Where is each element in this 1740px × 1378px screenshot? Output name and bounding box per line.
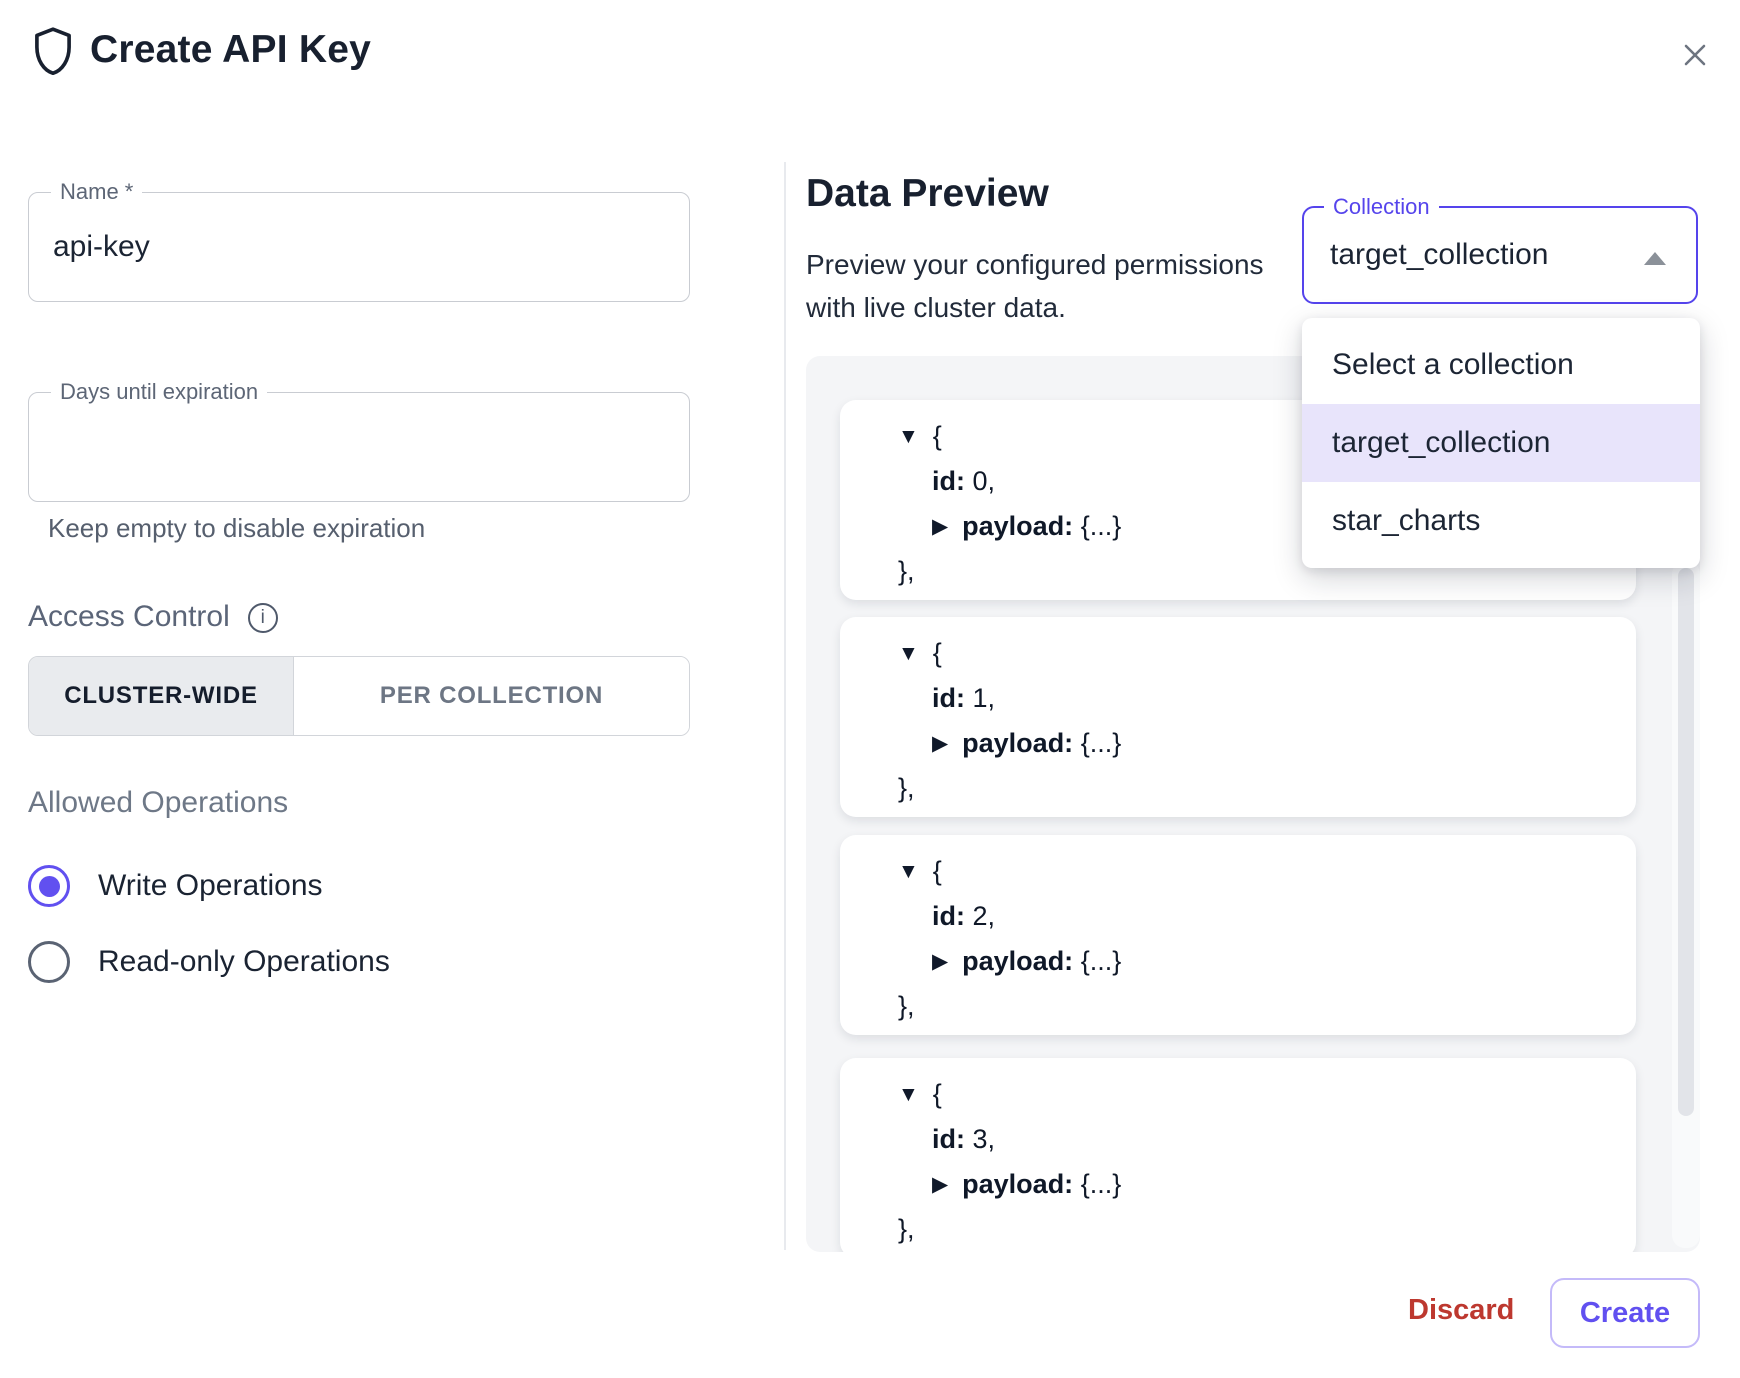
record-open-row: ▼{ (898, 1072, 1636, 1117)
record-payload-row: ▶ payload: {...} (898, 939, 1636, 984)
close-icon[interactable] (1672, 32, 1718, 78)
record-open-row: ▼{ (898, 631, 1636, 676)
preview-record-card: ▼{id: 1,▶payload: {...}}, (840, 617, 1636, 817)
id-key: id: (932, 1124, 965, 1155)
expiration-field: Days until expiration (28, 392, 690, 502)
create-button[interactable]: Create (1550, 1278, 1700, 1348)
data-preview-description: Preview your configured permissions with… (806, 243, 1296, 329)
menu-item-select-a-collection[interactable]: Select a collection (1302, 326, 1700, 404)
triangle-down-icon[interactable]: ▼ (898, 642, 919, 666)
payload-key: payload: (962, 728, 1073, 759)
open-brace: { (933, 1079, 942, 1110)
id-key: id: (932, 901, 965, 932)
payload-value: {...} (1073, 728, 1121, 759)
record-open-row: ▼{ (898, 849, 1636, 894)
access-control-toggle-group: CLUSTER-WIDEPER COLLECTION (28, 656, 690, 736)
payload-value: {...} (1073, 1169, 1121, 1200)
payload-value: {...} (1073, 511, 1121, 542)
payload-value: {...} (1073, 946, 1121, 977)
payload-key: payload: (962, 946, 1073, 977)
menu-item-star-charts[interactable]: star_charts (1302, 482, 1700, 560)
record-id-row: id: 2, (898, 894, 1636, 939)
record-id-row: id: 1, (898, 676, 1636, 721)
discard-button[interactable]: Discard (1408, 1294, 1514, 1327)
radio-write-operations[interactable]: Write Operations (28, 863, 323, 909)
id-key: id: (932, 683, 965, 714)
expiration-input[interactable] (29, 393, 689, 501)
data-preview-heading: Data Preview (806, 172, 1049, 216)
access-control-heading: Access Control i (28, 600, 278, 634)
preview-record-card: ▼{id: 3,▶payload: {...}}, (840, 1058, 1636, 1252)
name-input[interactable] (29, 193, 689, 301)
record-payload-row: ▶ payload: {...} (898, 1162, 1636, 1207)
triangle-down-icon[interactable]: ▼ (898, 860, 919, 884)
open-brace: { (933, 421, 942, 452)
triangle-down-icon[interactable]: ▼ (898, 425, 919, 449)
collection-select[interactable]: Collection target_collection (1302, 206, 1698, 304)
record-id-row: id: 3, (898, 1117, 1636, 1162)
collection-dropdown-menu: Select a collectiontarget_collectionstar… (1302, 318, 1700, 568)
info-icon[interactable]: i (248, 603, 278, 633)
id-value: 1, (965, 683, 995, 714)
access-toggle-per-collection[interactable]: PER COLLECTION (293, 657, 689, 735)
radio-label: Read-only Operations (98, 945, 390, 979)
id-value: 0, (965, 466, 995, 497)
triangle-right-icon[interactable]: ▶ (932, 949, 948, 974)
collection-select-value: target_collection (1330, 208, 1548, 302)
triangle-down-icon[interactable]: ▼ (898, 1083, 919, 1107)
payload-key: payload: (962, 511, 1073, 542)
preview-record-card: ▼{id: 2,▶payload: {...}}, (840, 835, 1636, 1035)
create-api-key-dialog: Create API Key Name * Days until expirat… (0, 0, 1740, 1378)
record-close-row: }, (898, 984, 1636, 1029)
payload-key: payload: (962, 1169, 1073, 1200)
shield-icon (30, 26, 76, 81)
radio-label: Write Operations (98, 869, 323, 903)
radio-selected-icon (28, 865, 70, 907)
triangle-right-icon[interactable]: ▶ (932, 1172, 948, 1197)
caret-up-icon (1644, 252, 1666, 265)
name-field: Name * (28, 192, 690, 302)
open-brace: { (933, 638, 942, 669)
access-toggle-cluster-wide[interactable]: CLUSTER-WIDE (29, 657, 293, 735)
dialog-title: Create API Key (90, 28, 371, 72)
triangle-right-icon[interactable]: ▶ (932, 514, 948, 539)
menu-item-target-collection[interactable]: target_collection (1302, 404, 1700, 482)
radio-unselected-icon (28, 941, 70, 983)
radio-read-only-operations[interactable]: Read-only Operations (28, 939, 390, 985)
record-close-row: }, (898, 1207, 1636, 1252)
column-divider (784, 162, 786, 1250)
id-value: 3, (965, 1124, 995, 1155)
allowed-operations-heading: Allowed Operations (28, 786, 288, 820)
preview-scrollbar-thumb[interactable] (1678, 568, 1694, 1116)
triangle-right-icon[interactable]: ▶ (932, 731, 948, 756)
open-brace: { (933, 856, 942, 887)
record-close-row: }, (898, 766, 1636, 811)
id-key: id: (932, 466, 965, 497)
expiration-helper-text: Keep empty to disable expiration (48, 513, 425, 544)
record-payload-row: ▶ payload: {...} (898, 721, 1636, 766)
id-value: 2, (965, 901, 995, 932)
